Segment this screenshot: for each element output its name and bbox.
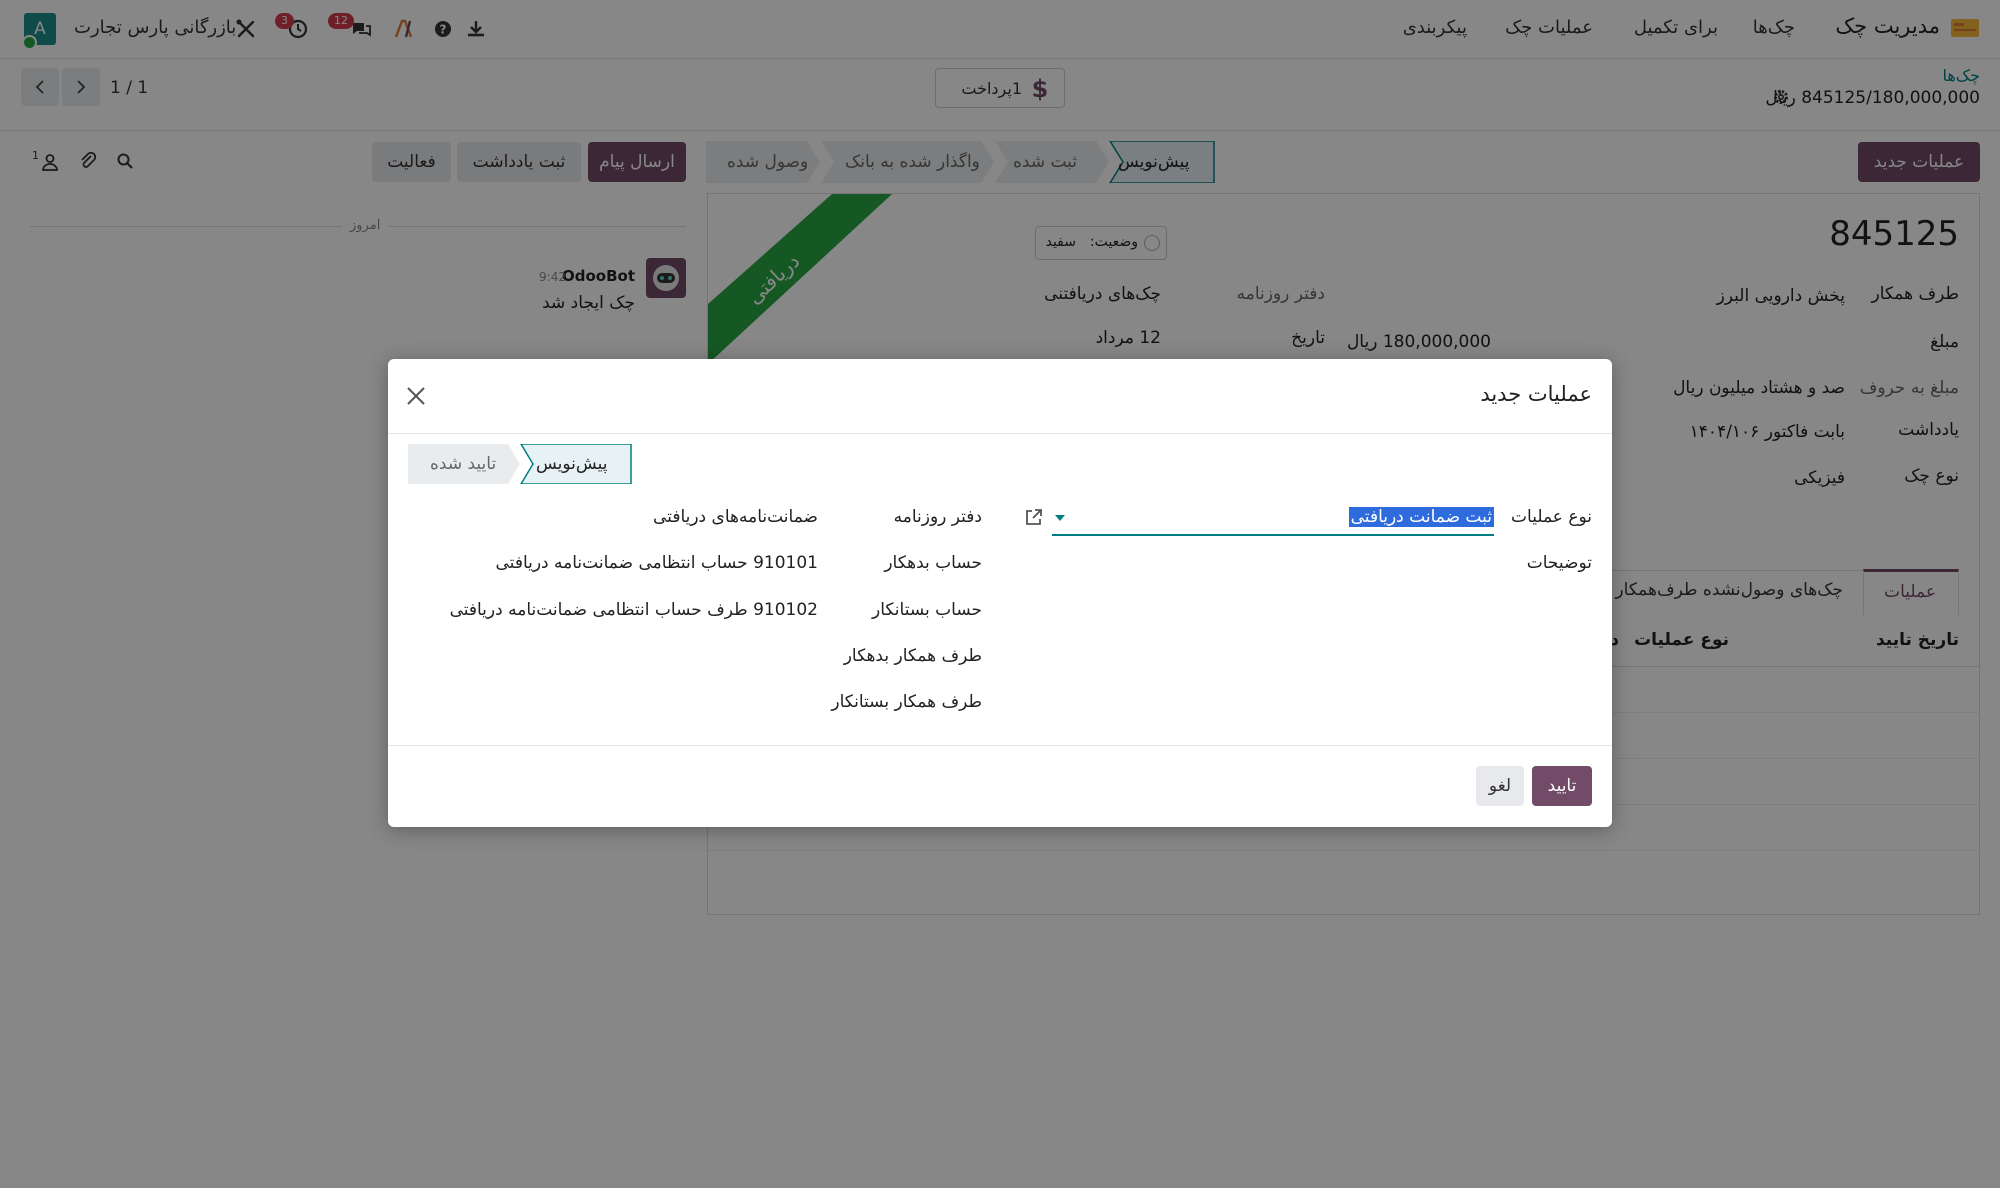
debit-account-value[interactable]: 910101 حساب انتظامی ضمانت‌نامه دریافتی xyxy=(496,553,818,573)
debit-account-label: حساب بدهکار xyxy=(884,553,982,573)
operation-type-selected-text[interactable]: ثبت ضمانت دریافتی xyxy=(1348,507,1494,527)
description-label: توضیحات xyxy=(1526,553,1592,573)
credit-partner-label: طرف همکار بستانکار xyxy=(831,692,982,712)
journal-label: دفتر روزنامه xyxy=(893,507,982,527)
operation-type-label: نوع عملیات xyxy=(1511,507,1592,527)
journal-value[interactable]: ضمانت‌نامه‌های دریافتی xyxy=(653,507,818,527)
debit-partner-label: طرف همکار بدهکار xyxy=(843,646,982,666)
modal-footer-divider xyxy=(388,745,1612,746)
credit-account-value[interactable]: 910102 طرف حساب انتظامی ضمانت‌نامه دریاف… xyxy=(450,600,818,620)
modal-title: عملیات جدید xyxy=(1480,382,1592,406)
close-icon[interactable] xyxy=(406,386,426,406)
modal-stage-draft-active[interactable]: پیش‌نویس xyxy=(536,454,607,474)
modal-stage-confirmed[interactable]: تایید شده xyxy=(430,454,496,474)
modal-header: عملیات جدید xyxy=(388,359,1612,434)
operation-type-input[interactable]: ثبت ضمانت دریافتی xyxy=(1052,499,1494,536)
caret-down-icon[interactable] xyxy=(1054,514,1066,522)
cancel-button[interactable]: لغو xyxy=(1476,766,1524,806)
external-link-icon[interactable] xyxy=(1024,507,1044,527)
confirm-button[interactable]: تایید xyxy=(1532,766,1592,806)
credit-account-label: حساب بستانکار xyxy=(872,600,982,620)
new-operation-dialog: عملیات جدید تایید شده پیش‌نویس نوع عملیا… xyxy=(388,359,1612,827)
